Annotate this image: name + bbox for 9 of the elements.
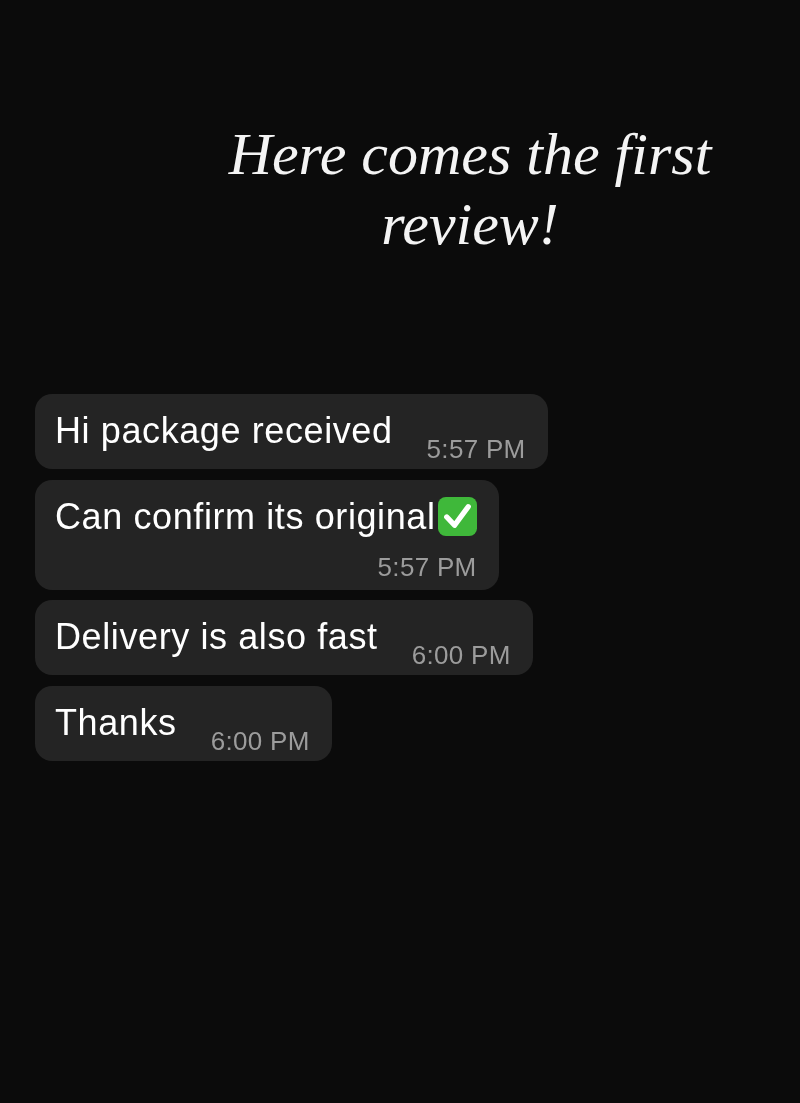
message-time: 5:57 PM [426, 435, 526, 463]
message-text: Thanks [55, 700, 177, 745]
message-time: 6:00 PM [210, 726, 310, 755]
message-text: Can confirm its original [55, 494, 436, 539]
message-time: 6:00 PM [411, 641, 511, 669]
message-text: Hi package received [55, 409, 393, 453]
story-caption: Here comes the first review! [227, 120, 714, 259]
message-text: Delivery is also fast [55, 615, 378, 659]
message-time: 5:57 PM [377, 552, 477, 581]
